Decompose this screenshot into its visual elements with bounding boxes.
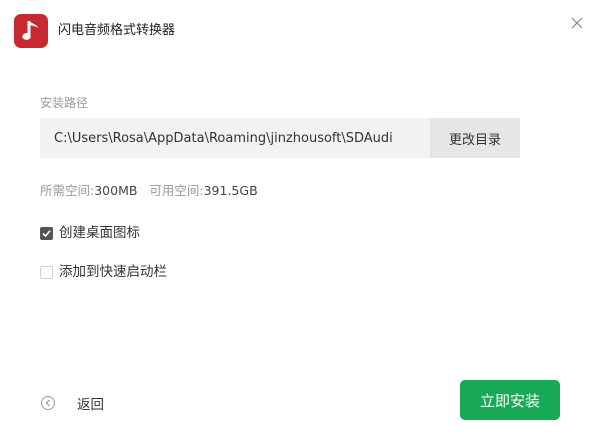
desktop-icon-option[interactable]: 创建桌面图标	[40, 224, 140, 242]
installer-window: 闪电音频格式转换器 安装路径 更改目录 所需空间:300MB 可用空间:391.…	[0, 0, 600, 440]
back-label: 返回	[77, 397, 104, 413]
install-now-button[interactable]: 立即安装	[460, 380, 560, 420]
quick-launch-checkbox[interactable]	[40, 265, 53, 279]
quick-launch-option[interactable]: 添加到快速启动栏	[40, 263, 167, 281]
app-title: 闪电音频格式转换器	[58, 23, 176, 38]
checkmark-icon	[42, 229, 51, 237]
required-space-label: 所需空间:	[40, 183, 95, 198]
install-path-row: 更改目录	[40, 118, 520, 158]
change-directory-button[interactable]: 更改目录	[430, 118, 520, 158]
available-space-label: 可用空间:	[149, 183, 204, 198]
install-path-label: 安装路径	[40, 96, 89, 110]
close-icon	[571, 17, 583, 29]
music-note-icon	[22, 21, 38, 40]
desktop-icon-checkbox[interactable]	[40, 226, 53, 240]
install-path-input[interactable]	[40, 118, 430, 158]
available-space-value: 391.5GB	[203, 183, 258, 198]
quick-launch-label: 添加到快速启动栏	[59, 264, 167, 280]
space-info: 所需空间:300MB 可用空间:391.5GB	[40, 182, 258, 200]
circle-arrow-left-icon	[41, 396, 55, 410]
required-space-value: 300MB	[94, 183, 138, 198]
close-button[interactable]	[568, 14, 586, 32]
desktop-icon-label: 创建桌面图标	[59, 225, 140, 241]
back-button[interactable]: 返回	[40, 393, 104, 413]
app-logo	[14, 14, 48, 48]
